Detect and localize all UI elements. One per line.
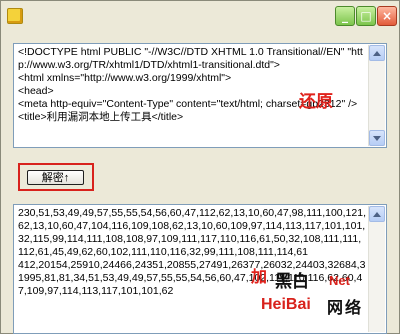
arrow-up-icon — [373, 211, 381, 217]
arrow-up-icon — [373, 50, 381, 56]
minimize-button[interactable]: _ — [335, 6, 355, 26]
scroll-up-button[interactable] — [369, 206, 385, 222]
tool-window: _ □ × <!DOCTYPE html PUBLIC "-//W3C//DTD… — [0, 0, 400, 334]
source-scrollbar[interactable] — [368, 45, 385, 146]
decode-button[interactable]: 解密↑ — [27, 170, 84, 185]
close-button[interactable]: × — [377, 6, 397, 26]
watermark-cn: 黑白 — [275, 272, 309, 292]
restore-annotation: 还原 — [299, 92, 333, 112]
maximize-icon: □ — [360, 9, 372, 23]
title-bar[interactable]: _ □ × — [1, 1, 399, 31]
watermark-net-cn: 网络 — [327, 298, 364, 317]
maximize-button[interactable]: □ — [356, 6, 376, 26]
minimize-icon: _ — [342, 9, 348, 23]
app-icon — [7, 8, 23, 24]
close-icon: × — [381, 9, 393, 23]
watermark-net: Net — [329, 273, 350, 288]
watermark-en: HeiBai — [261, 296, 311, 313]
heibai-watermark: 黑白 Net HeiBai 网络 — [259, 263, 395, 329]
scroll-up-button[interactable] — [369, 45, 385, 61]
arrow-down-icon — [373, 135, 381, 141]
scroll-down-button[interactable] — [369, 130, 385, 146]
decode-highlight: 解密↑ — [18, 163, 94, 191]
